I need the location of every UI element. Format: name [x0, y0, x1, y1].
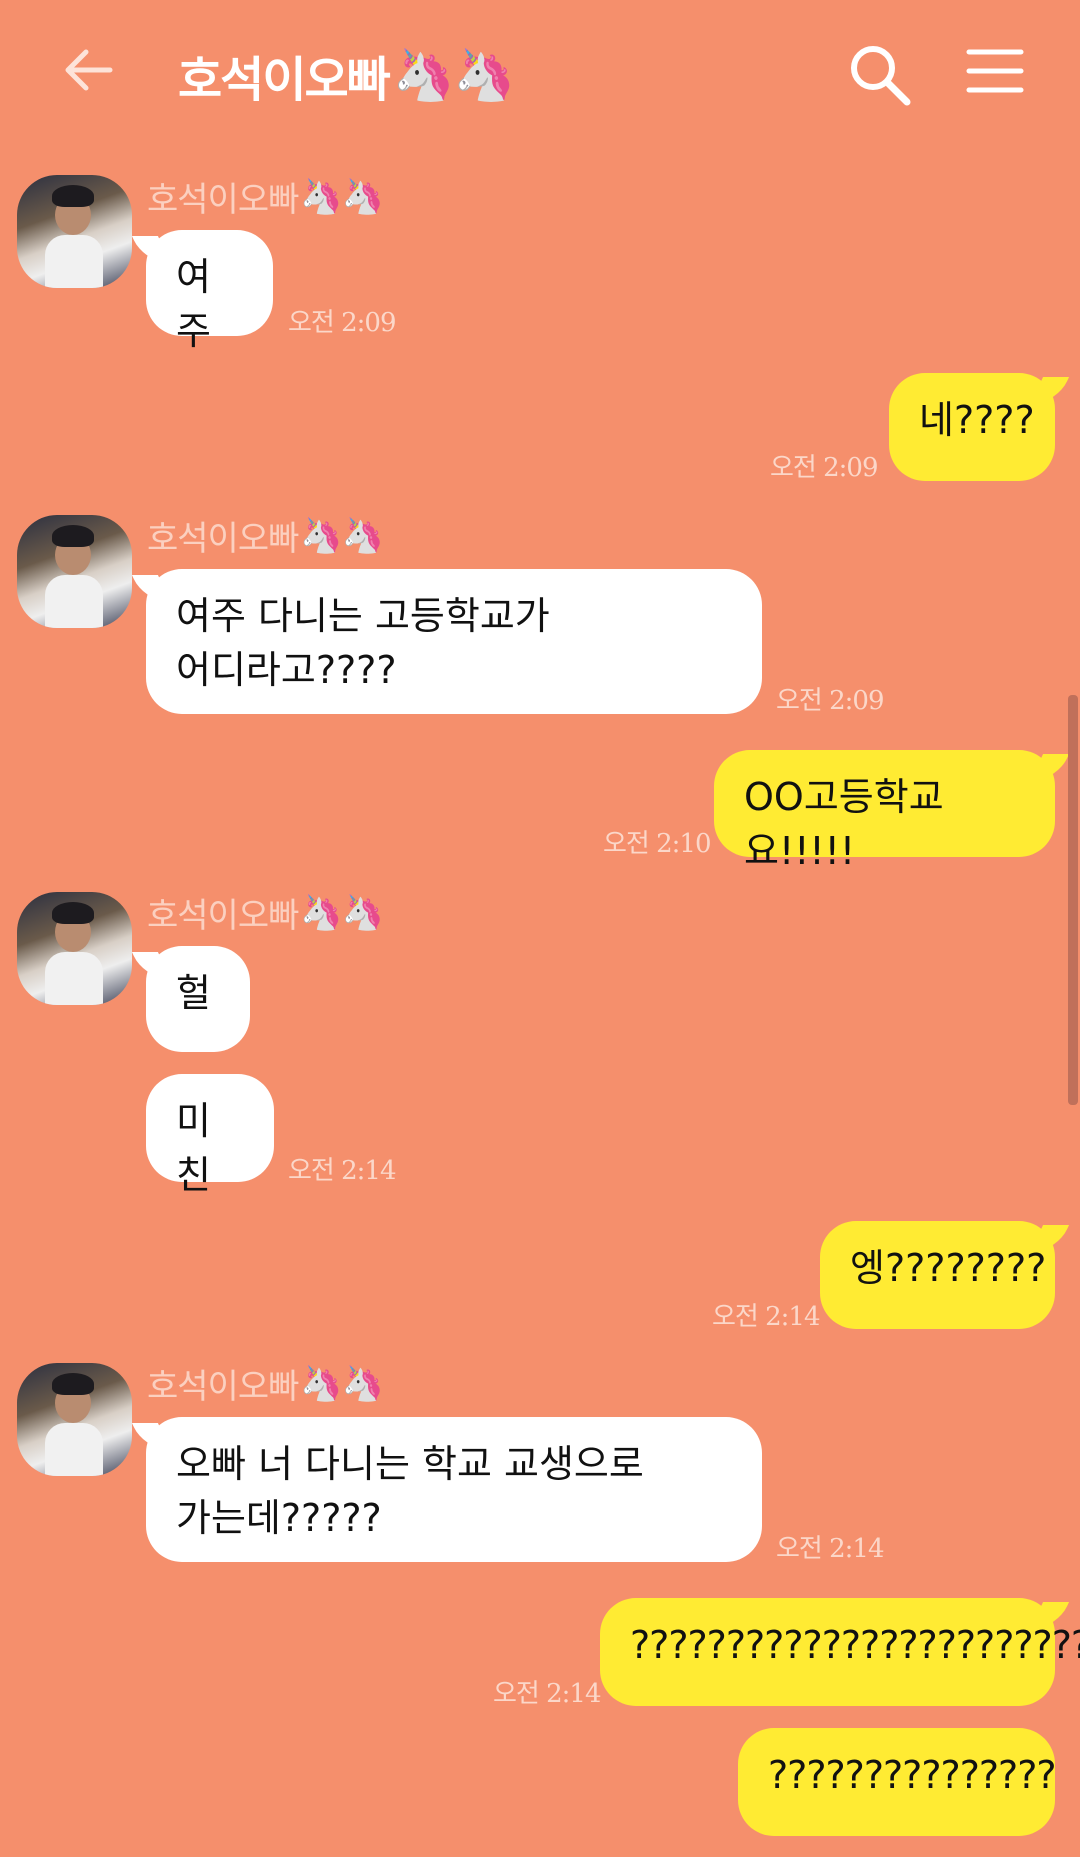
- chat-title: 호석이오빠 🦄🦄: [178, 40, 516, 110]
- avatar[interactable]: [17, 175, 132, 288]
- incoming-message[interactable]: 미친: [146, 1074, 274, 1197]
- sender-name-text: 호석이오빠: [147, 519, 299, 559]
- outgoing-message[interactable]: OO고등학교요!!!!!: [714, 750, 1055, 873]
- avatar[interactable]: [17, 515, 132, 628]
- arrow-left-icon: [65, 49, 113, 91]
- avatar[interactable]: [17, 1363, 132, 1476]
- unicorn-emoji-icon: 🦄🦄: [300, 176, 384, 217]
- menu-button[interactable]: [965, 46, 1025, 96]
- outgoing-message[interactable]: ????????????????????????: [600, 1598, 1080, 1706]
- chat-header: 호석이오빠 🦄🦄: [0, 0, 1080, 150]
- sender-name-text: 호석이오빠: [147, 180, 299, 220]
- outgoing-message[interactable]: 엥????????: [820, 1221, 1055, 1329]
- incoming-message[interactable]: 여주 다니는 고등학교가 어디라고????: [146, 569, 762, 714]
- search-button[interactable]: [845, 40, 915, 110]
- avatar[interactable]: [17, 892, 132, 1005]
- incoming-message[interactable]: 여주: [146, 230, 273, 353]
- message-time: 오전 2:09: [776, 686, 884, 716]
- sender-name-text: 호석이오빠: [147, 896, 299, 936]
- unicorn-emoji-icon: 🦄🦄: [300, 892, 384, 933]
- sender-name: 호석이오빠 🦄🦄: [147, 172, 384, 221]
- scrollbar[interactable]: [1068, 695, 1078, 1105]
- search-icon: [851, 46, 911, 106]
- unicorn-emoji-icon: 🦄🦄: [392, 45, 516, 104]
- sender-name: 호석이오빠 🦄🦄: [147, 511, 384, 560]
- message-time: 오전 2:14: [493, 1679, 601, 1709]
- incoming-message[interactable]: 오빠 너 다니는 학교 교생으로 가는데?????: [146, 1417, 762, 1562]
- message-time: 오전 2:14: [288, 1156, 396, 1186]
- sender-name-text: 호석이오빠: [147, 1367, 299, 1407]
- message-time: 오전 2:14: [776, 1534, 884, 1564]
- message-time: 오전 2:09: [770, 453, 878, 483]
- sender-name: 호석이오빠 🦄🦄: [147, 888, 384, 937]
- back-button[interactable]: [58, 40, 118, 100]
- message-time: 오전 2:14: [712, 1302, 820, 1332]
- message-time: 오전 2:09: [288, 308, 396, 338]
- message-time: 오전 2:10: [603, 829, 711, 859]
- hamburger-menu-icon: [966, 49, 1024, 93]
- unicorn-emoji-icon: 🦄🦄: [300, 515, 384, 556]
- outgoing-message[interactable]: 네????: [889, 373, 1055, 481]
- incoming-message[interactable]: 헐: [146, 946, 250, 1052]
- sender-name: 호석이오빠 🦄🦄: [147, 1359, 384, 1408]
- outgoing-message[interactable]: ???????????????: [738, 1728, 1057, 1836]
- chat-title-text: 호석이오빠: [178, 52, 391, 108]
- unicorn-emoji-icon: 🦄🦄: [300, 1363, 384, 1404]
